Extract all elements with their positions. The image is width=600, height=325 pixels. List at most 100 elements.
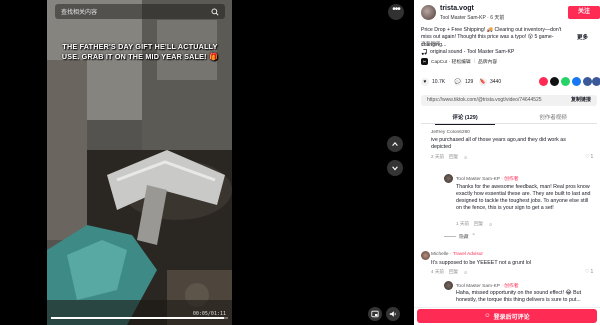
copy-link-button[interactable]: 复制链接 [568,96,594,105]
save-count: 3440 [490,79,502,85]
sound-label: original sound - Tool Master Sam-KP [430,49,515,55]
comment-text: ive purchased all of those years ago,and… [431,137,566,151]
comment-item: Jeffrey Colon6290 ive purchased all of t… [421,130,597,170]
description-more-link[interactable]: 更多 [577,33,588,41]
tab-creator-videos[interactable]: 创作者视频 [509,113,597,121]
share-whatsapp-icon[interactable] [561,77,570,86]
translate-link[interactable]: 查看翻译 [421,40,440,47]
capcut-icon: ✂ [421,58,428,65]
share-tiktok-icon[interactable] [550,77,559,86]
pip-icon [371,310,379,318]
comment-user[interactable]: Michelle · Travel Advisor [431,252,483,257]
emoji-icon: ☺ [484,313,491,319]
reply-user[interactable]: Tool Master Sam-KP · 创作者 [456,282,519,289]
sound-row[interactable]: original sound - Tool Master Sam-KP [421,49,514,55]
comment-user-badge: · Travel Advisor [449,252,484,257]
picture-in-picture-button[interactable] [368,307,382,321]
video-caption: THE FATHER'S DAY GIFT HE'LL ACTUALLY USE… [61,42,219,61]
reply-item: Tool Master Sam-KP · 创作者 Haha, missed op… [444,281,594,305]
panel-tabs: 评论 (129) 创作者视频 [421,112,597,125]
comment-action[interactable]: 💬 129 [454,78,473,86]
reply-text: Haha, missed opportunity on the sound ef… [456,290,582,304]
comment-text: It's supposed to be YEEEET not a grunt l… [431,260,532,266]
author-avatar[interactable] [421,5,436,20]
comment-user[interactable]: Jeffrey Colon6290 [431,130,470,135]
login-bar: ☺ 登录后可评论 [414,307,600,325]
comment-reply-button[interactable]: 回复 [449,269,458,275]
chevron-up-icon [392,141,398,146]
comment-emoji-icon[interactable]: ☺ [463,270,468,275]
reply-avatar[interactable] [444,174,453,183]
hide-divider [444,236,456,237]
share-url-text[interactable]: https://www.tiktok.com/@trista.vogt/vide… [427,97,542,103]
speaker-icon [389,311,396,317]
heart-icon: ♥ [421,78,429,86]
capcut-label: CapCut · 轻松编辑 [431,60,471,65]
chevron-up-small-icon: ⌃ [471,234,476,239]
video-search-placeholder: 查找相关内容 [61,10,98,16]
author-subline: Tool Master Sam-KP · 6 天前 [440,15,505,21]
creator-badge: · 创作者 [501,177,519,182]
details-panel: trista.vogt Tool Master Sam-KP · 6 天前 关注… [414,0,600,325]
bookmark-icon: 🔖 [479,78,487,86]
comment-meta: 2 天前 回复 ☺ [431,154,468,160]
creator-badge: · 创作者 [501,284,519,289]
login-to-comment-button[interactable]: ☺ 登录后可评论 [417,309,597,323]
next-video-button[interactable] [387,160,403,176]
music-note-icon [421,49,427,55]
comment-icon: 💬 [454,78,462,86]
reply-reply-button[interactable]: 回复 [474,221,483,227]
comment-reply-button[interactable]: 回复 [449,154,458,160]
comment-username: Michelle [431,252,449,257]
comment-list: Jeffrey Colon6290 ive purchased all of t… [414,130,600,305]
video-stage: 查找相关内容 THE FATHER'S DAY GIFT HE'LL ACTUA… [0,0,414,325]
video-progress-bar[interactable] [51,317,228,319]
heart-outline-icon: ♡ [585,154,590,160]
action-bar: ♥ 10.7K 💬 129 🔖 3440 [421,77,600,88]
follow-button[interactable]: 关注 [568,6,600,19]
comment-like-count: 1 [590,269,594,275]
share-embed-icon[interactable] [539,77,548,86]
hide-label: 隐藏 [459,235,469,240]
volume-button[interactable] [386,307,400,321]
video-progress-fill [51,317,225,319]
video-description: Price Drop + Free Shipping! 🚚 Clearing o… [421,27,562,48]
comment-emoji-icon[interactable]: ☺ [463,155,468,160]
comment-like[interactable]: ♡ 1 [585,154,593,160]
hide-replies-button[interactable]: 隐藏 ⌃ [444,233,476,240]
reply-text: Thanks for the awesome feedback, man! Re… [456,184,591,212]
share-messenger-icon[interactable] [572,77,581,86]
like-action[interactable]: ♥ 10.7K [421,78,445,86]
reply-meta: 1 天前 回复 ☺ [456,221,493,227]
reply-username: Tool Master Sam-KP [456,284,500,289]
reply-user[interactable]: Tool Master Sam-KP · 创作者 [456,175,519,182]
author-username[interactable]: trista.vogt [440,5,474,12]
share-more-icon[interactable] [592,77,600,86]
previous-video-button[interactable] [387,136,403,152]
login-label: 登录后可评论 [493,314,530,321]
comment-meta: 4 天前 回复 ☺ [431,269,468,275]
capcut-row[interactable]: ✂ CapCut · 轻松编辑 | 品牌內容 [421,58,497,65]
search-icon[interactable] [211,8,219,16]
comment-time: 4 天前 [431,269,445,274]
app-root: 查找相关内容 THE FATHER'S DAY GIFT HE'LL ACTUA… [0,0,600,325]
reply-avatar[interactable] [444,281,453,290]
reply-username: Tool Master Sam-KP [456,177,500,182]
video-search-bar[interactable]: 查找相关内容 [55,4,225,19]
tab-comments[interactable]: 评论 (129) [421,113,509,125]
more-options-icon[interactable]: ••• [388,4,404,20]
capcut-action[interactable]: 品牌內容 [478,58,497,65]
share-url-row: https://www.tiktok.com/@trista.vogt/vide… [421,95,597,106]
save-action[interactable]: 🔖 3440 [479,78,501,86]
heart-outline-icon: ♡ [585,269,590,275]
like-count: 10.7K [432,79,446,85]
reply-time: 1 天前 [456,221,470,226]
share-facebook-icon[interactable] [583,77,592,86]
comment-avatar[interactable] [421,251,430,260]
comment-like[interactable]: ♡ 1 [585,269,593,275]
reply-emoji-icon[interactable]: ☺ [488,222,493,227]
comment-time: 2 天前 [431,154,445,159]
video-player[interactable]: 查找相关内容 THE FATHER'S DAY GIFT HE'LL ACTUA… [47,0,232,325]
comment-count: 129 [465,79,474,85]
chevron-down-icon [392,166,398,171]
